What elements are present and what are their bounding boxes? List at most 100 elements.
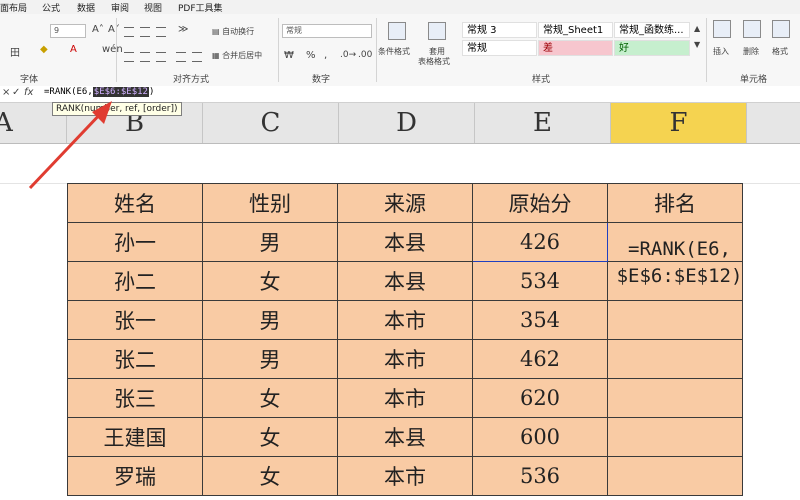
tab-data[interactable]: 数据: [77, 1, 95, 14]
cell-name[interactable]: 孙一: [67, 222, 203, 262]
cancel-icon[interactable]: ×: [2, 87, 10, 98]
cell-name[interactable]: 张一: [67, 300, 203, 340]
conditional-format-label[interactable]: 条件格式: [378, 46, 410, 57]
comma-button[interactable]: ,: [324, 50, 327, 61]
cell-score[interactable]: 620: [472, 378, 608, 418]
cell-gender[interactable]: 男: [202, 300, 338, 340]
cell-source[interactable]: 本县: [337, 417, 473, 457]
cell-gender[interactable]: 女: [202, 378, 338, 418]
cell-source[interactable]: 本县: [337, 261, 473, 301]
cell-score[interactable]: 354: [472, 300, 608, 340]
cell-name[interactable]: 罗瑞: [67, 456, 203, 496]
enter-icon[interactable]: ✓: [12, 87, 20, 98]
increase-indent-icon[interactable]: [192, 52, 202, 62]
number-format-select[interactable]: 常规: [282, 24, 372, 38]
style-normal-3[interactable]: 常规 3: [462, 22, 537, 38]
format-icon[interactable]: [772, 20, 790, 38]
rank-formula-in-cell[interactable]: =RANK(E6, $E$6:$E$12): [612, 236, 747, 290]
align-bottom-icon[interactable]: [156, 27, 166, 37]
align-top-icon[interactable]: [124, 27, 134, 37]
cell-name[interactable]: 王建国: [67, 417, 203, 457]
cell-gender[interactable]: 女: [202, 456, 338, 496]
formula-prefix: =RANK(E6,: [44, 87, 93, 97]
column-header-d[interactable]: D: [339, 103, 475, 143]
header-gender[interactable]: 性别: [202, 183, 338, 223]
header-rank[interactable]: 排名: [607, 183, 743, 223]
cell-gender[interactable]: 男: [202, 339, 338, 379]
cell-source[interactable]: 本市: [337, 339, 473, 379]
header-name[interactable]: 姓名: [67, 183, 203, 223]
cell-score[interactable]: 426: [472, 222, 608, 262]
cell-rank[interactable]: [607, 378, 743, 418]
style-normal-sheet1[interactable]: 常规_Sheet1: [538, 22, 613, 38]
group-divider: [376, 18, 377, 82]
column-header-g[interactable]: [747, 103, 800, 143]
percent-button[interactable]: %: [306, 50, 316, 61]
cell-score[interactable]: 462: [472, 339, 608, 379]
border-icon[interactable]: 田: [10, 44, 20, 59]
increase-decimal-icon[interactable]: .0→: [340, 50, 356, 60]
style-good[interactable]: 好: [614, 40, 690, 56]
delete-icon[interactable]: [743, 20, 761, 38]
currency-icon[interactable]: ₩: [284, 50, 294, 61]
cell-gender[interactable]: 女: [202, 417, 338, 457]
style-normal-function[interactable]: 常规_函数练...: [614, 22, 690, 38]
cell-rank[interactable]: [607, 417, 743, 457]
cell-score[interactable]: 600: [472, 417, 608, 457]
cell-source[interactable]: 本市: [337, 456, 473, 496]
format-button[interactable]: 格式: [772, 46, 788, 57]
style-normal[interactable]: 常规: [462, 40, 537, 56]
conditional-format-icon[interactable]: [388, 22, 406, 40]
shrink-font-icon[interactable]: A˅: [108, 24, 120, 35]
cell-rank[interactable]: [607, 339, 743, 379]
tab-review[interactable]: 审阅: [111, 1, 129, 14]
cell-source[interactable]: 本市: [337, 300, 473, 340]
cell-gender[interactable]: 男: [202, 222, 338, 262]
tab-view[interactable]: 视图: [144, 1, 162, 14]
cell-score[interactable]: 536: [472, 456, 608, 496]
merge-center-button[interactable]: ▦ 合并后居中: [212, 50, 262, 61]
wrap-text-button[interactable]: ▤ 自动换行: [212, 26, 254, 37]
cell-gender[interactable]: 女: [202, 261, 338, 301]
cell-name[interactable]: 张三: [67, 378, 203, 418]
styles-scroll-up-icon[interactable]: ▲: [694, 24, 700, 33]
column-header-c[interactable]: C: [203, 103, 339, 143]
table-row: 王建国 女 本县 600: [67, 417, 743, 457]
header-source[interactable]: 来源: [337, 183, 473, 223]
cell-rank[interactable]: [607, 300, 743, 340]
column-header-e[interactable]: E: [475, 103, 611, 143]
cell-name[interactable]: 孙二: [67, 261, 203, 301]
tab-page-layout[interactable]: 面布局: [0, 1, 27, 14]
grow-font-icon[interactable]: A˄: [92, 24, 104, 35]
align-left-icon[interactable]: [124, 52, 134, 62]
tab-pdf-tools[interactable]: PDF工具集: [178, 1, 223, 14]
cell-score[interactable]: 534: [472, 261, 608, 301]
styles-scroll-down-icon[interactable]: ▼: [694, 40, 700, 49]
table-format-label-2[interactable]: 表格格式: [418, 56, 450, 67]
formula-input[interactable]: =RANK(E6,$E$6:$E$12): [44, 87, 154, 97]
align-middle-icon[interactable]: [140, 27, 150, 37]
orientation-icon[interactable]: ≫: [178, 24, 188, 35]
fill-color-icon[interactable]: ◆: [40, 44, 48, 55]
font-size-select[interactable]: 9: [50, 24, 86, 38]
cell-rank[interactable]: [607, 456, 743, 496]
style-bad[interactable]: 差: [538, 40, 613, 56]
column-header-f[interactable]: F: [611, 103, 747, 143]
cell-source[interactable]: 本市: [337, 378, 473, 418]
delete-button[interactable]: 删除: [743, 46, 759, 57]
formula-suffix: ): [148, 87, 155, 97]
align-center-icon[interactable]: [140, 52, 150, 62]
cell-name[interactable]: 张二: [67, 339, 203, 379]
decrease-indent-icon[interactable]: [176, 52, 186, 62]
cell-source[interactable]: 本县: [337, 222, 473, 262]
phonetic-icon[interactable]: wén: [102, 44, 123, 55]
header-score[interactable]: 原始分: [472, 183, 608, 223]
font-color-icon[interactable]: A: [70, 44, 77, 55]
insert-function-icon[interactable]: fx: [24, 87, 33, 98]
insert-button[interactable]: 插入: [713, 46, 729, 57]
insert-icon[interactable]: [713, 20, 731, 38]
tab-formulas[interactable]: 公式: [42, 1, 60, 14]
table-format-icon[interactable]: [428, 22, 446, 40]
align-right-icon[interactable]: [156, 52, 166, 62]
decrease-decimal-icon[interactable]: .00: [358, 50, 372, 60]
